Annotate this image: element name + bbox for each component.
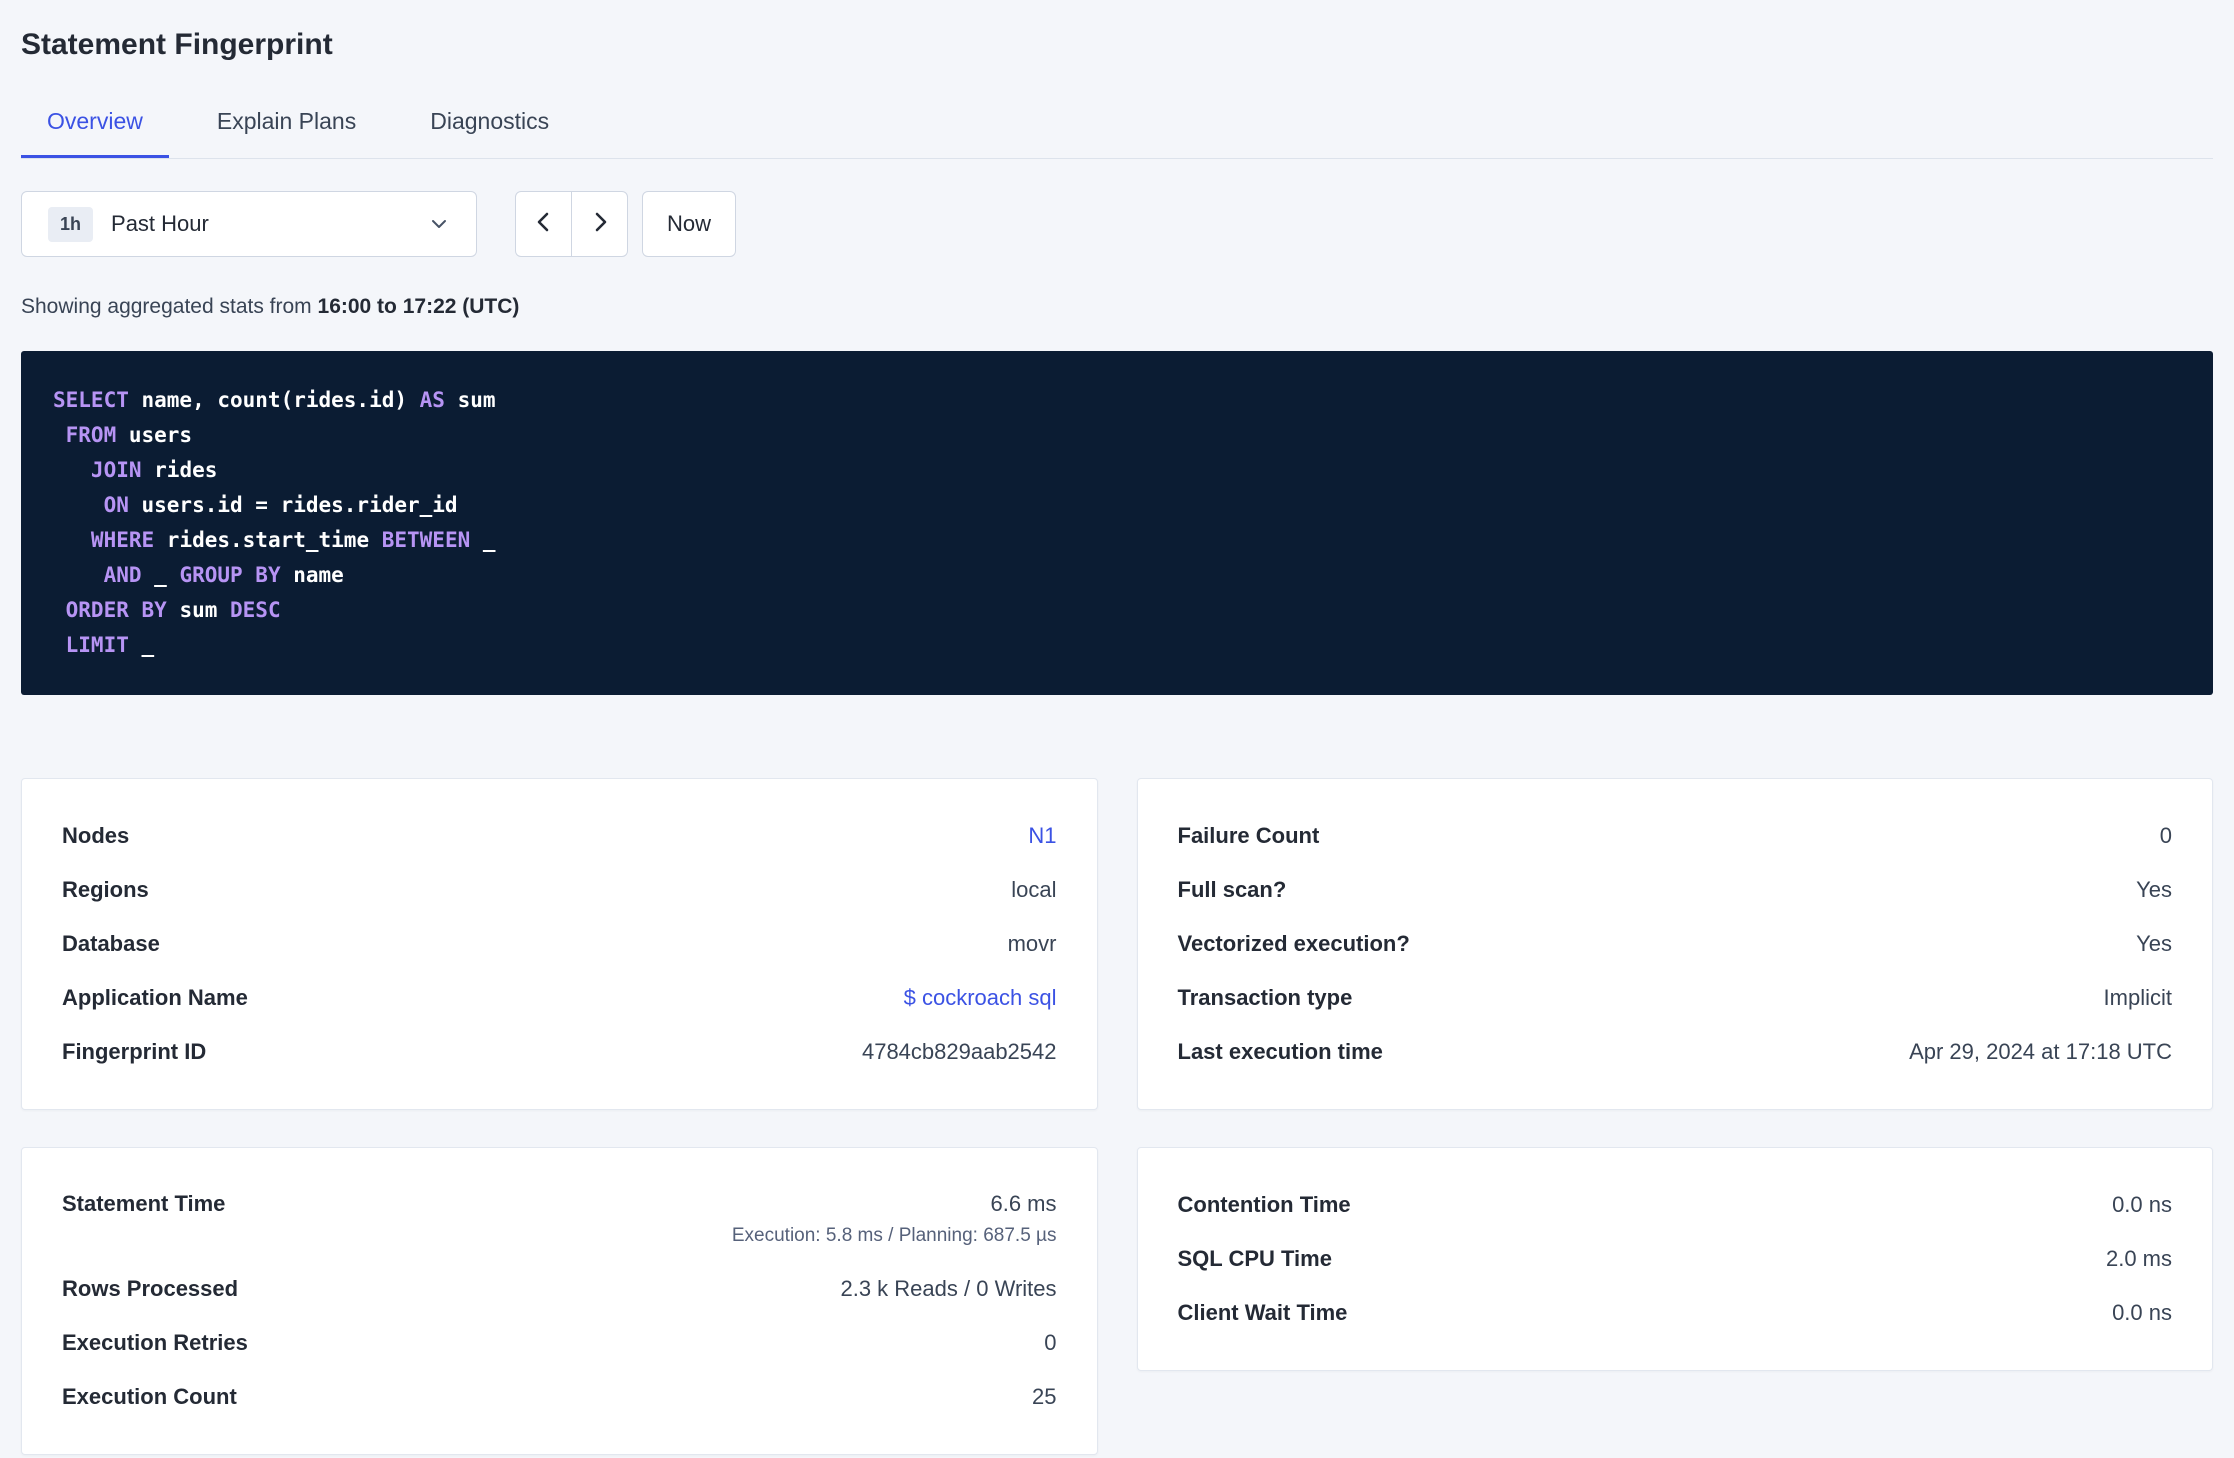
application-name-label: Application Name bbox=[62, 985, 248, 1010]
nodes-row: Nodes N1 bbox=[62, 809, 1057, 863]
client-wait-time-row: Client Wait Time 0.0 ns bbox=[1178, 1286, 2173, 1340]
statement-fingerprint-page: Statement Fingerprint Overview Explain P… bbox=[0, 0, 2234, 1455]
last-execution-time-row: Last execution time Apr 29, 2024 at 17:1… bbox=[1178, 1025, 2173, 1079]
statement-time-label: Statement Time bbox=[62, 1191, 226, 1216]
time-interval-dropdown[interactable]: 1h Past Hour bbox=[21, 191, 477, 257]
statement-time-values: 6.6 ms Execution: 5.8 ms / Planning: 687… bbox=[732, 1191, 1057, 1247]
chevron-left-icon bbox=[532, 210, 556, 239]
vectorized-execution-value: Yes bbox=[2136, 931, 2172, 956]
wait-times-card: Contention Time 0.0 ns SQL CPU Time 2.0 … bbox=[1136, 1147, 2213, 1371]
application-name-link[interactable]: $ cockroach sql bbox=[904, 985, 1057, 1011]
tab-bar: Overview Explain Plans Diagnostics bbox=[21, 92, 2213, 159]
tab-explain-plans[interactable]: Explain Plans bbox=[191, 92, 382, 158]
prev-interval-button[interactable] bbox=[515, 191, 572, 257]
interval-badge: 1h bbox=[48, 206, 94, 242]
regions-row: Regions local bbox=[62, 863, 1057, 917]
vectorized-execution-row: Vectorized execution? Yes bbox=[1178, 917, 2173, 971]
database-value: movr bbox=[1007, 931, 1057, 956]
sql-cpu-time-label: SQL CPU Time bbox=[1177, 1246, 1332, 1271]
failure-count-value: 0 bbox=[2159, 823, 2172, 848]
tab-overview[interactable]: Overview bbox=[21, 92, 169, 158]
execution-count-value: 25 bbox=[1032, 1384, 1057, 1409]
execution-count-row: Execution Count 25 bbox=[62, 1370, 1057, 1424]
statement-time-value: 6.6 ms bbox=[990, 1191, 1057, 1216]
time-toolbar: 1h Past Hour Now bbox=[21, 191, 2213, 257]
now-button[interactable]: Now bbox=[642, 191, 736, 257]
sql-code: SELECT name, count(rides.id) AS sum FROM… bbox=[53, 388, 496, 657]
full-scan-value: Yes bbox=[2136, 877, 2172, 902]
chevron-down-icon bbox=[428, 213, 450, 235]
regions-value: local bbox=[1011, 877, 1057, 902]
page-title: Statement Fingerprint bbox=[21, 28, 333, 61]
execution-count-label: Execution Count bbox=[62, 1384, 237, 1409]
transaction-type-label: Transaction type bbox=[1177, 985, 1353, 1010]
overview-details-card: Nodes N1 Regions local Database movr App… bbox=[21, 778, 1098, 1110]
sql-cpu-time-value: 2.0 ms bbox=[2105, 1246, 2172, 1271]
rows-processed-label: Rows Processed bbox=[62, 1276, 239, 1301]
execution-retries-row: Execution Retries 0 bbox=[62, 1316, 1057, 1370]
interval-label: Past Hour bbox=[111, 211, 209, 236]
sql-statement-box: SELECT name, count(rides.id) AS sum FROM… bbox=[21, 351, 2213, 695]
contention-time-row: Contention Time 0.0 ns bbox=[1178, 1178, 2173, 1232]
contention-time-value: 0.0 ns bbox=[2112, 1192, 2172, 1217]
aggregated-stats-line: Showing aggregated stats from 16:00 to 1… bbox=[21, 295, 2213, 319]
execution-retries-label: Execution Retries bbox=[62, 1330, 248, 1355]
last-execution-time-value: Apr 29, 2024 at 17:18 UTC bbox=[1909, 1039, 2172, 1064]
fingerprint-id-label: Fingerprint ID bbox=[62, 1039, 207, 1064]
tab-diagnostics[interactable]: Diagnostics bbox=[404, 92, 575, 158]
chevron-right-icon bbox=[588, 210, 612, 239]
transaction-type-row: Transaction type Implicit bbox=[1178, 971, 2173, 1025]
rows-processed-row: Rows Processed 2.3 k Reads / 0 Writes bbox=[62, 1262, 1057, 1316]
database-row: Database movr bbox=[62, 917, 1057, 971]
client-wait-time-label: Client Wait Time bbox=[1177, 1300, 1348, 1325]
regions-label: Regions bbox=[62, 877, 149, 902]
next-interval-button[interactable] bbox=[571, 191, 628, 257]
nodes-link[interactable]: N1 bbox=[1028, 823, 1056, 849]
statement-time-detail: Execution: 5.8 ms / Planning: 687.5 µs bbox=[731, 1225, 1057, 1246]
time-arrow-group bbox=[515, 191, 628, 257]
full-scan-label: Full scan? bbox=[1177, 877, 1287, 902]
nodes-label: Nodes bbox=[62, 823, 130, 848]
full-scan-row: Full scan? Yes bbox=[1178, 863, 2173, 917]
contention-time-label: Contention Time bbox=[1177, 1192, 1351, 1217]
execution-attributes-card: Failure Count 0 Full scan? Yes Vectorize… bbox=[1136, 778, 2213, 1110]
client-wait-time-value: 0.0 ns bbox=[2112, 1300, 2172, 1325]
vectorized-execution-label: Vectorized execution? bbox=[1177, 931, 1410, 956]
last-execution-time-label: Last execution time bbox=[1177, 1039, 1383, 1064]
transaction-type-value: Implicit bbox=[2103, 985, 2172, 1010]
sql-cpu-time-row: SQL CPU Time 2.0 ms bbox=[1178, 1232, 2173, 1286]
fingerprint-id-row: Fingerprint ID 4784cb829aab2542 bbox=[62, 1025, 1057, 1079]
rows-processed-value: 2.3 k Reads / 0 Writes bbox=[840, 1276, 1057, 1301]
stats-cards-grid: Nodes N1 Regions local Database movr App… bbox=[21, 778, 2213, 1455]
statement-timing-card: Statement Time 6.6 ms Execution: 5.8 ms … bbox=[21, 1147, 1098, 1455]
fingerprint-id-value: 4784cb829aab2542 bbox=[861, 1039, 1057, 1064]
failure-count-row: Failure Count 0 bbox=[1178, 809, 2173, 863]
execution-retries-value: 0 bbox=[1044, 1330, 1057, 1355]
database-label: Database bbox=[62, 931, 160, 956]
failure-count-label: Failure Count bbox=[1177, 823, 1320, 848]
stats-range: 16:00 to 17:22 (UTC) bbox=[317, 295, 520, 318]
statement-time-row: Statement Time 6.6 ms Execution: 5.8 ms … bbox=[62, 1178, 1057, 1262]
application-name-row: Application Name $ cockroach sql bbox=[62, 971, 1057, 1025]
stats-prefix: Showing aggregated stats from bbox=[21, 295, 318, 318]
